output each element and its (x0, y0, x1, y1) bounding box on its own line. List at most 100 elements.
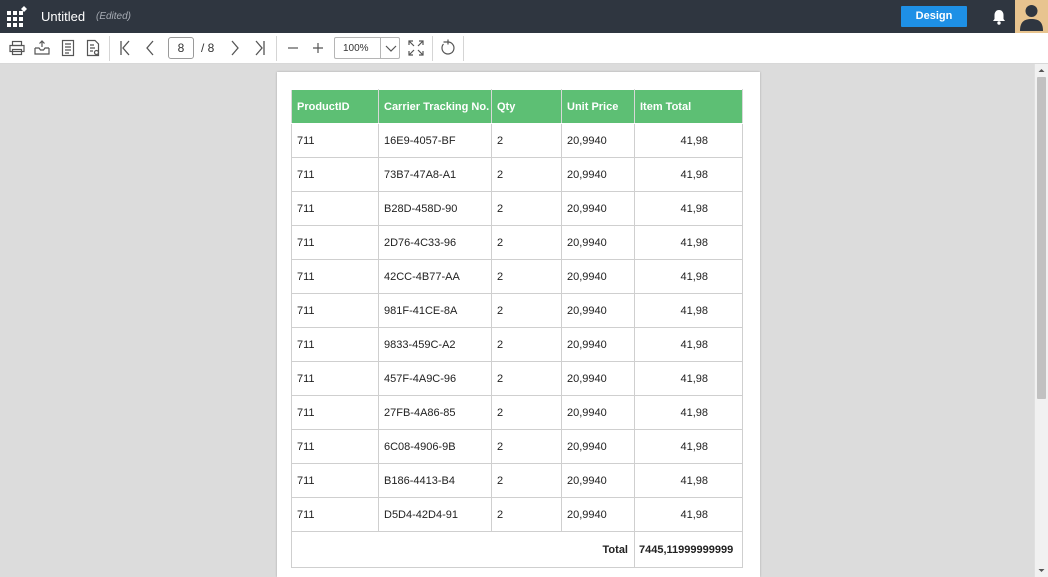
table-row: 711 27FB-4A86-85 2 20,9940 41,98 (291, 395, 743, 430)
zoom-select[interactable]: 100% (334, 37, 400, 59)
page-count: / 8 (201, 41, 215, 55)
cell-tracking-no: D5D4-42D4-91 (378, 497, 492, 532)
total-row: Total 7445,11999999999 (291, 531, 743, 568)
cell-product-id: 711 (291, 123, 379, 158)
next-page-icon[interactable] (226, 39, 244, 57)
cell-product-id: 711 (291, 361, 379, 396)
zoom-out-icon[interactable] (284, 39, 302, 57)
cell-qty: 2 (491, 361, 562, 396)
column-header: Item Total (634, 89, 743, 124)
table-row: 711 D5D4-42D4-91 2 20,9940 41,98 (291, 497, 743, 532)
table-row: 711 457F-4A9C-96 2 20,9940 41,98 (291, 361, 743, 396)
page-number-input[interactable] (168, 37, 194, 59)
cell-qty: 2 (491, 123, 562, 158)
cell-product-id: 711 (291, 225, 379, 260)
fit-to-page-icon[interactable] (407, 39, 425, 57)
cell-unit-price: 20,9940 (561, 225, 635, 260)
toolbar-divider (276, 36, 277, 61)
scroll-down-icon[interactable] (1035, 564, 1048, 577)
apps-grid-icon[interactable] (6, 6, 28, 28)
scroll-up-icon[interactable] (1035, 64, 1048, 77)
table-row: 711 9833-459C-A2 2 20,9940 41,98 (291, 327, 743, 362)
cell-unit-price: 20,9940 (561, 191, 635, 226)
cell-item-total: 41,98 (634, 463, 743, 498)
zoom-in-icon[interactable] (309, 39, 327, 57)
cell-tracking-no: 73B7-47A8-A1 (378, 157, 492, 192)
table-row: 711 2D76-4C33-96 2 20,9940 41,98 (291, 225, 743, 260)
cell-qty: 2 (491, 463, 562, 498)
edited-status: (Edited) (96, 11, 132, 22)
cell-product-id: 711 (291, 497, 379, 532)
cell-item-total: 41,98 (634, 259, 743, 294)
table-row: 711 42CC-4B77-AA 2 20,9940 41,98 (291, 259, 743, 294)
cell-item-total: 41,98 (634, 361, 743, 396)
toolbar-divider (432, 36, 433, 61)
column-header: Unit Price (561, 89, 635, 124)
cell-item-total: 41,98 (634, 497, 743, 532)
cell-item-total: 41,98 (634, 327, 743, 362)
cell-unit-price: 20,9940 (561, 463, 635, 498)
user-avatar-icon[interactable] (1015, 0, 1048, 33)
table-row: 711 73B7-47A8-A1 2 20,9940 41,98 (291, 157, 743, 192)
table-row: 711 B28D-458D-90 2 20,9940 41,98 (291, 191, 743, 226)
cell-product-id: 711 (291, 259, 379, 294)
total-value: 7445,11999999999 (634, 531, 743, 568)
table-row: 711 16E9-4057-BF 2 20,9940 41,98 (291, 123, 743, 158)
previous-page-icon[interactable] (141, 39, 159, 57)
first-page-icon[interactable] (116, 39, 134, 57)
cell-unit-price: 20,9940 (561, 497, 635, 532)
cell-qty: 2 (491, 259, 562, 294)
cell-unit-price: 20,9940 (561, 327, 635, 362)
cell-tracking-no: 27FB-4A86-85 (378, 395, 492, 430)
zoom-value: 100% (343, 43, 369, 54)
cell-item-total: 41,98 (634, 395, 743, 430)
cell-tracking-no: 9833-459C-A2 (378, 327, 492, 362)
toolbar-divider (463, 36, 464, 61)
scrollbar-thumb[interactable] (1037, 77, 1046, 399)
cell-qty: 2 (491, 395, 562, 430)
parameters-icon[interactable] (84, 39, 102, 57)
cell-item-total: 41,98 (634, 157, 743, 192)
document-title: Untitled (41, 9, 86, 24)
cell-qty: 2 (491, 497, 562, 532)
cell-qty: 2 (491, 157, 562, 192)
chevron-down-icon[interactable] (380, 38, 400, 58)
cell-unit-price: 20,9940 (561, 259, 635, 294)
cell-qty: 2 (491, 293, 562, 328)
print-icon[interactable] (8, 39, 26, 57)
cell-qty: 2 (491, 327, 562, 362)
page-setup-icon[interactable] (59, 39, 77, 57)
cell-item-total: 41,98 (634, 429, 743, 464)
cell-product-id: 711 (291, 191, 379, 226)
cell-item-total: 41,98 (634, 225, 743, 260)
bell-icon[interactable] (990, 8, 1008, 26)
vertical-scrollbar[interactable] (1034, 64, 1048, 577)
table-header-row: ProductID Carrier Tracking No. Qty Unit … (291, 89, 743, 124)
cell-qty: 2 (491, 191, 562, 226)
cell-product-id: 711 (291, 395, 379, 430)
cell-unit-price: 20,9940 (561, 293, 635, 328)
total-label: Total (291, 531, 635, 568)
cell-item-total: 41,98 (634, 191, 743, 226)
viewer-toolbar: / 8 100% (0, 33, 1048, 64)
cell-product-id: 711 (291, 327, 379, 362)
cell-unit-price: 20,9940 (561, 429, 635, 464)
refresh-icon[interactable] (439, 39, 457, 57)
cell-tracking-no: B28D-458D-90 (378, 191, 492, 226)
cell-unit-price: 20,9940 (561, 361, 635, 396)
last-page-icon[interactable] (251, 39, 269, 57)
column-header: ProductID (291, 89, 379, 124)
cell-tracking-no: 2D76-4C33-96 (378, 225, 492, 260)
cell-unit-price: 20,9940 (561, 157, 635, 192)
toolbar-divider (109, 36, 110, 61)
design-button[interactable]: Design (901, 6, 967, 27)
cell-tracking-no: 457F-4A9C-96 (378, 361, 492, 396)
cell-unit-price: 20,9940 (561, 123, 635, 158)
table-row: 711 981F-41CE-8A 2 20,9940 41,98 (291, 293, 743, 328)
cell-qty: 2 (491, 429, 562, 464)
cell-item-total: 41,98 (634, 123, 743, 158)
export-icon[interactable] (33, 39, 51, 57)
cell-product-id: 711 (291, 157, 379, 192)
table-row: 711 B186-4413-B4 2 20,9940 41,98 (291, 463, 743, 498)
cell-product-id: 711 (291, 463, 379, 498)
